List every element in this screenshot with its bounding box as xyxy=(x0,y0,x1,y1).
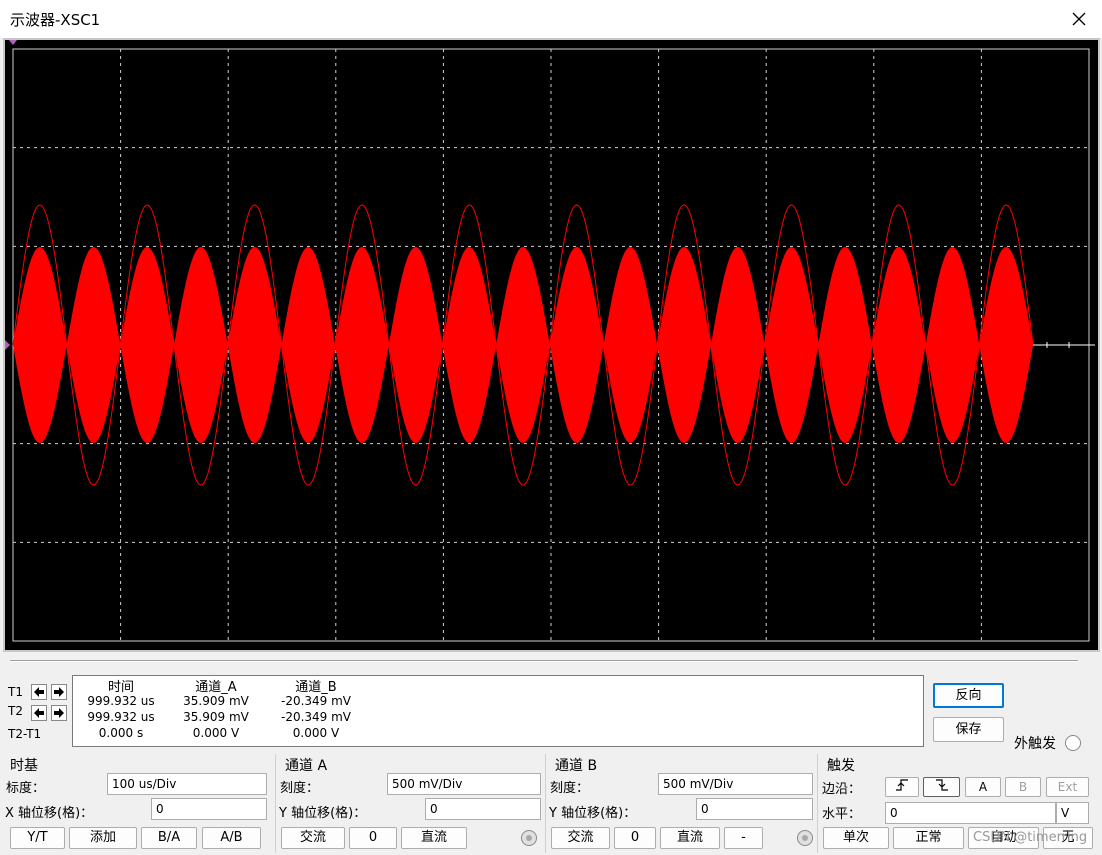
measurement-readout: 时间 通道_A 通道_B 999.932 us 35.909 mV -20.34… xyxy=(72,675,924,747)
window-title: 示波器-XSC1 xyxy=(10,11,101,29)
channel-b-option-radio[interactable] xyxy=(797,830,813,846)
channel-b-zero-button[interactable]: 0 xyxy=(614,827,656,849)
trigger-source-ext-button[interactable]: Ext xyxy=(1046,777,1089,797)
arrow-left-icon xyxy=(34,687,44,697)
t1-channel-a: 35.909 mV xyxy=(183,694,249,708)
cursor-t1-label: T1 xyxy=(8,685,23,699)
add-button[interactable]: 添加 xyxy=(69,827,137,849)
timebase-scale-field[interactable]: 100 us/Div xyxy=(107,773,267,795)
trigger-title: 触发 xyxy=(827,758,855,774)
timebase-title: 时基 xyxy=(10,758,38,774)
channel-a-group: 通道 A 刻度： 500 mV/Div Y 轴位移(格)： 0 交流 0 直流 xyxy=(275,754,545,853)
title-bar: 示波器-XSC1 xyxy=(0,0,1102,38)
ext-trigger-label: 外触发 xyxy=(1014,736,1056,752)
trigger-edge-label: 边沿： xyxy=(822,782,862,797)
channel-b-dc-button[interactable]: 直流 xyxy=(660,827,720,849)
single-mode-button[interactable]: 单次 xyxy=(823,827,889,849)
channel-a-zero-button[interactable]: 0 xyxy=(349,827,397,849)
timebase-group: 时基 标度： 100 us/Div X 轴位移(格)： 0 Y/T 添加 B/A… xyxy=(0,754,275,853)
timebase-scale-label: 标度： xyxy=(6,781,46,796)
channel-a-scale-field[interactable]: 500 mV/Div xyxy=(387,773,541,795)
channel-b-title: 通道 B xyxy=(555,758,598,774)
x-position-field[interactable]: 0 xyxy=(151,798,267,820)
cursor-marker-icon xyxy=(9,40,17,45)
t1-channel-b: -20.349 mV xyxy=(280,694,352,708)
delta-time: 0.000 s xyxy=(98,726,144,740)
channel-a-ac-button[interactable]: 交流 xyxy=(281,827,345,849)
ext-trigger-radio[interactable] xyxy=(1065,735,1081,751)
oscilloscope-screen[interactable] xyxy=(3,38,1100,652)
rising-edge-icon xyxy=(896,779,908,791)
channel-b-ypos-field[interactable]: 0 xyxy=(696,798,813,820)
t1-left-button[interactable] xyxy=(31,684,47,700)
channel-b-scale-label: 刻度： xyxy=(550,781,590,796)
ba-button[interactable]: B/A xyxy=(141,827,197,849)
channel-b-ac-button[interactable]: 交流 xyxy=(551,827,610,849)
cursor-t2-label: T2 xyxy=(8,704,23,718)
save-button[interactable]: 保存 xyxy=(933,717,1004,742)
trigger-source-a-button[interactable]: A xyxy=(965,777,1001,797)
close-button[interactable] xyxy=(1056,0,1102,38)
arrow-left-icon xyxy=(34,708,44,718)
header-channel-b: 通道_B xyxy=(295,680,337,695)
yt-button[interactable]: Y/T xyxy=(10,827,65,849)
rising-edge-button[interactable] xyxy=(885,777,919,797)
header-channel-a: 通道_A xyxy=(195,680,237,695)
trigger-marker-icon xyxy=(5,340,10,350)
channel-a-option-radio[interactable] xyxy=(521,830,537,846)
divider xyxy=(10,660,1078,662)
trigger-source-b-button[interactable]: B xyxy=(1005,777,1041,797)
channel-a-ypos-label: Y 轴位移(格)： xyxy=(279,806,367,821)
channel-b-group: 通道 B 刻度： 500 mV/Div Y 轴位移(格)： 0 交流 0 直流 … xyxy=(545,754,817,853)
t1-time: 999.932 us xyxy=(87,694,155,708)
channel-a-title: 通道 A xyxy=(285,758,328,774)
reverse-button[interactable]: 反向 xyxy=(933,683,1004,708)
channel-a-ypos-field[interactable]: 0 xyxy=(425,798,541,820)
t2-right-button[interactable] xyxy=(51,705,67,721)
am-envelope-trace xyxy=(13,247,1033,443)
t1-right-button[interactable] xyxy=(51,684,67,700)
channel-b-scale-field[interactable]: 500 mV/Div xyxy=(658,773,813,795)
delta-channel-a: 0.000 V xyxy=(192,726,240,740)
channel-a-dc-button[interactable]: 直流 xyxy=(401,827,467,849)
arrow-right-icon xyxy=(54,708,64,718)
trigger-level-field[interactable]: 0 xyxy=(885,802,1056,824)
ab-button[interactable]: A/B xyxy=(202,827,261,849)
close-icon xyxy=(1072,12,1086,26)
channel-b-ypos-label: Y 轴位移(格)： xyxy=(549,806,637,821)
header-time: 时间 xyxy=(107,680,134,695)
normal-mode-button[interactable]: 正常 xyxy=(893,827,964,849)
trigger-level-label: 水平： xyxy=(822,807,862,822)
t2-channel-a: 35.909 mV xyxy=(183,710,249,724)
watermark: CSDN @timerring xyxy=(973,830,1088,845)
t2-left-button[interactable] xyxy=(31,705,47,721)
x-position-label: X 轴位移(格)： xyxy=(5,806,94,821)
t2-channel-b: -20.349 mV xyxy=(280,710,352,724)
cursor-t2t1-label: T2-T1 xyxy=(8,727,42,741)
trigger-level-unit[interactable]: V xyxy=(1056,802,1089,824)
waveform-display xyxy=(5,40,1095,642)
arrow-right-icon xyxy=(54,687,64,697)
falling-edge-icon xyxy=(935,779,948,791)
falling-edge-button[interactable] xyxy=(923,777,960,797)
t2-time: 999.932 us xyxy=(87,710,155,724)
delta-channel-b: 0.000 V xyxy=(292,726,340,740)
channel-a-scale-label: 刻度： xyxy=(280,781,320,796)
channel-b-minus-button[interactable]: - xyxy=(724,827,763,849)
